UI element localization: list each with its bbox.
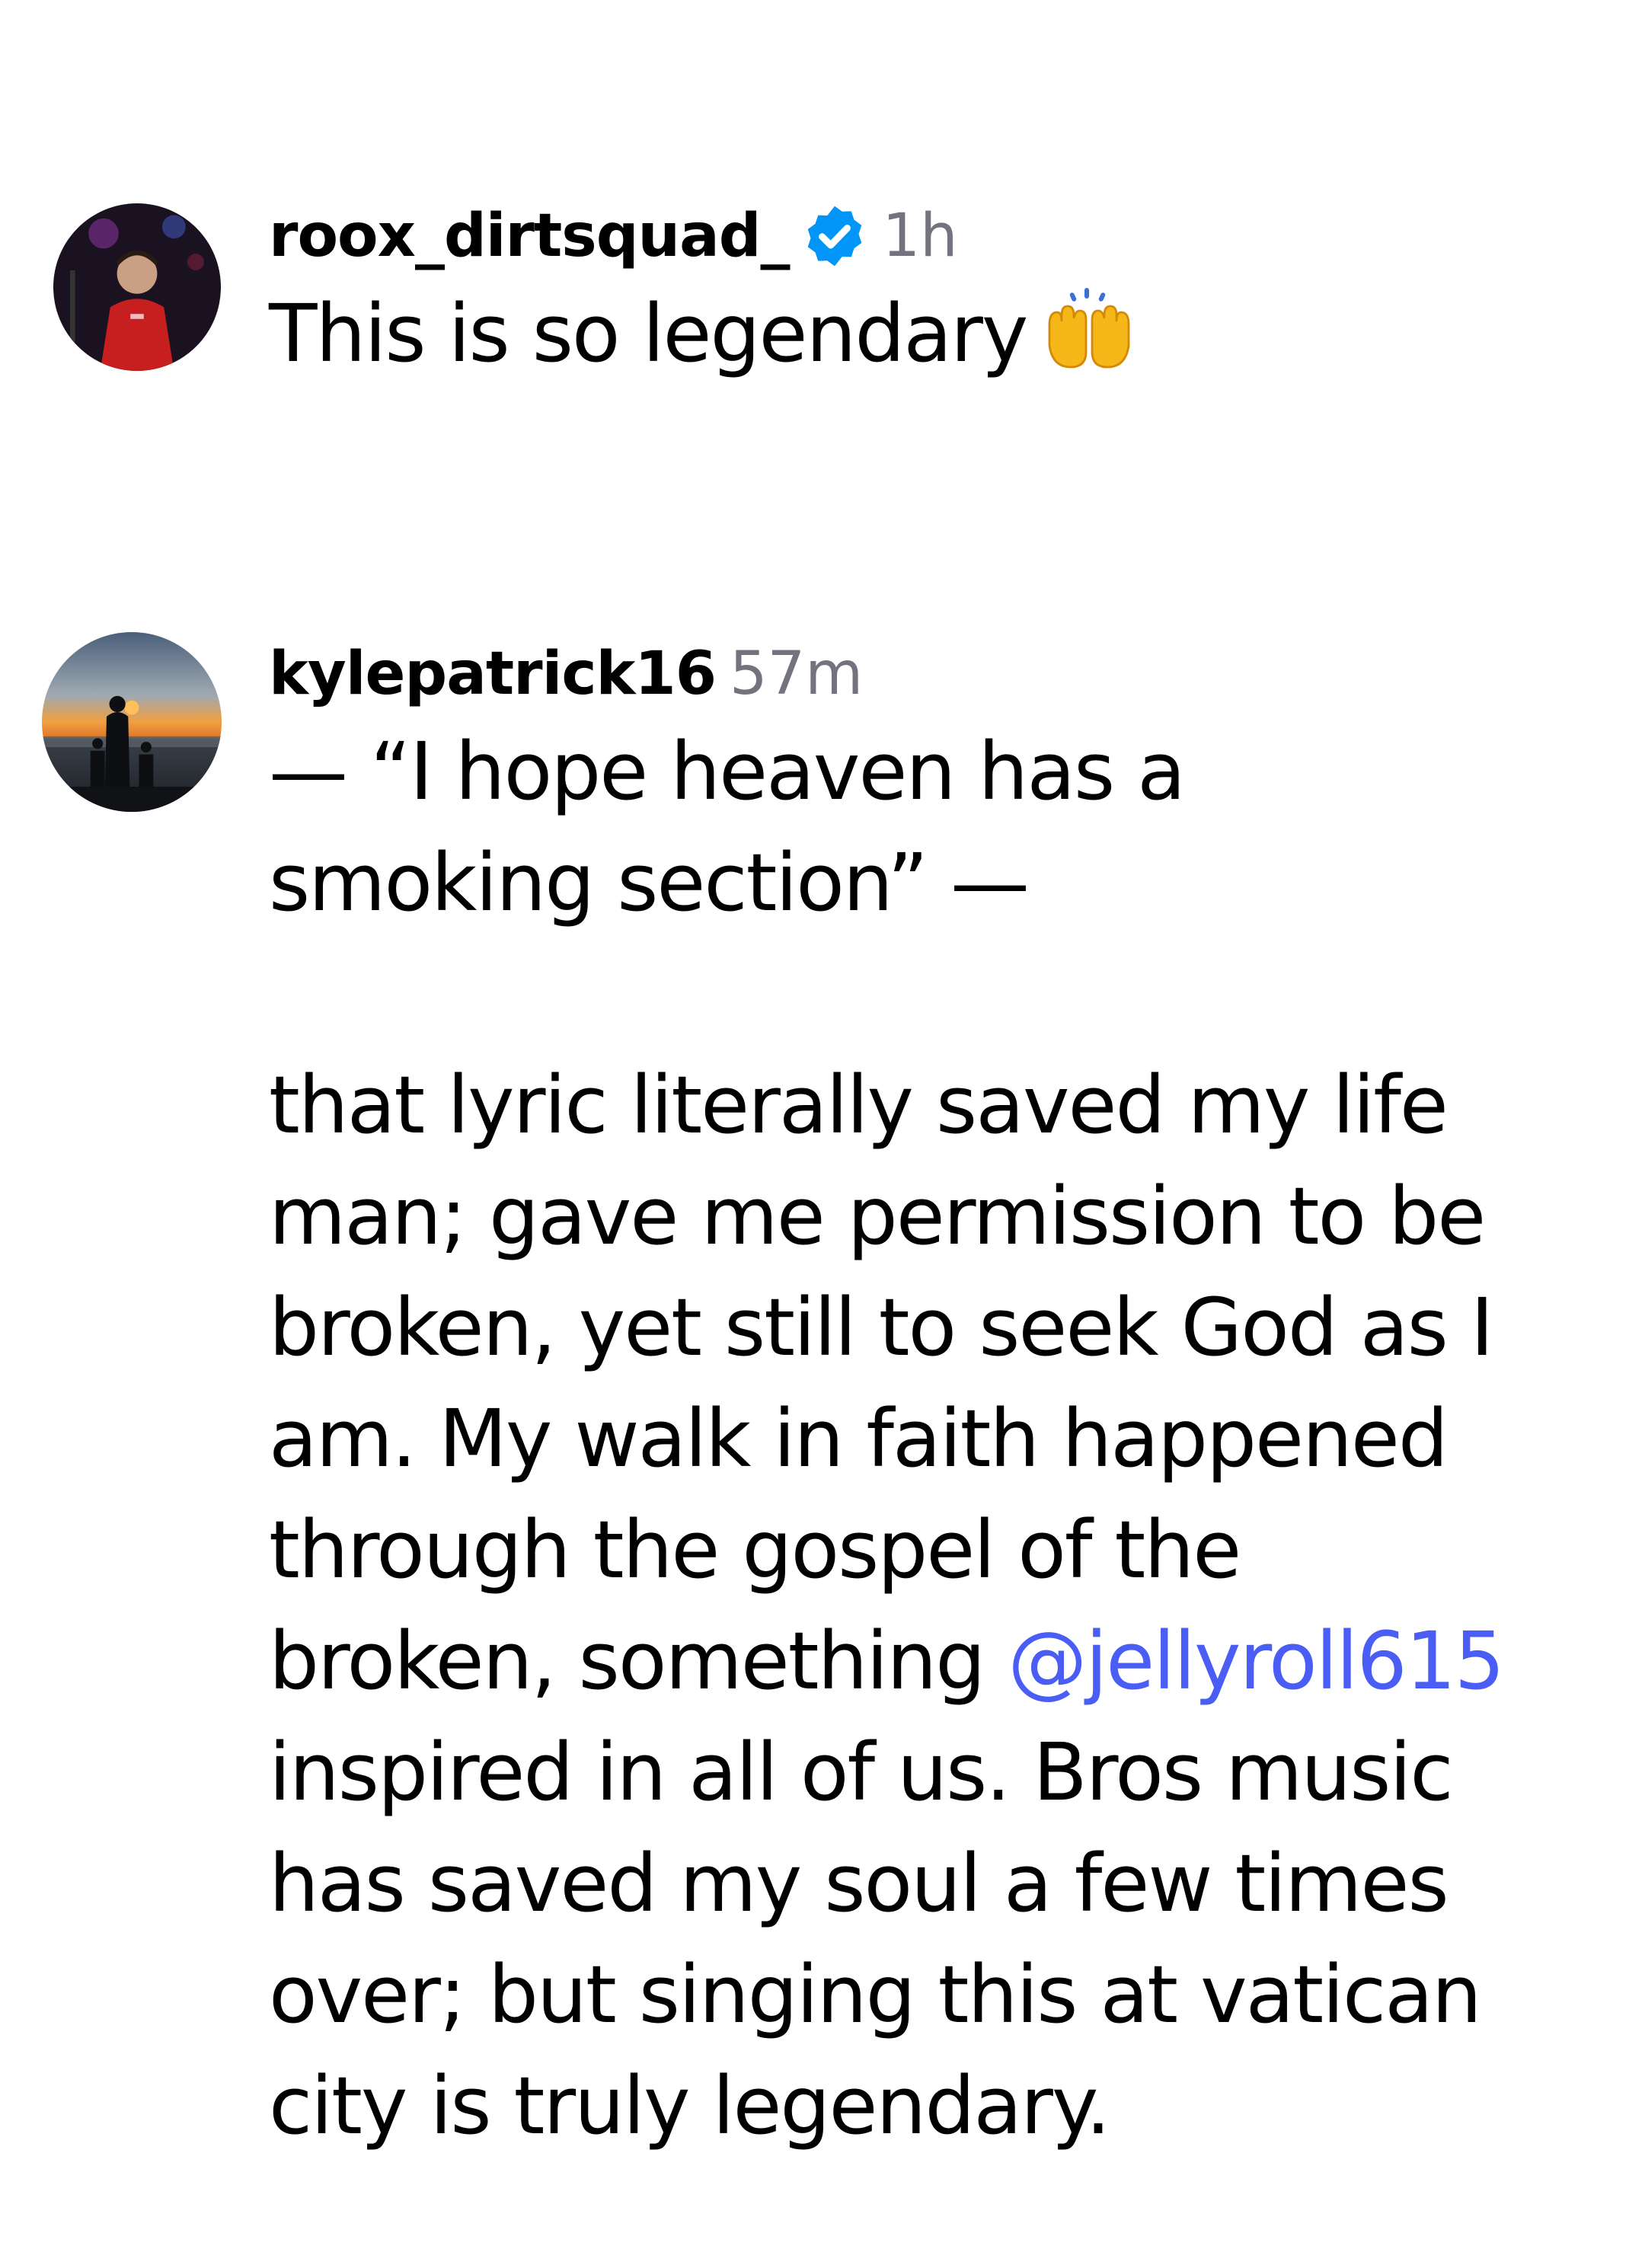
user-avatar[interactable] bbox=[42, 632, 222, 812]
comment-text-part: — “I hope heaven has a smoking section” … bbox=[269, 725, 1494, 1707]
comment-body: roox_dirtsquad_ 1h This is so legendary bbox=[269, 194, 1615, 389]
comment-text: — “I hope heaven has a smoking section” … bbox=[269, 716, 1615, 2161]
comment-timestamp[interactable]: 1h bbox=[883, 202, 958, 270]
username-link[interactable]: kylepatrick16 bbox=[269, 640, 717, 708]
comment-timestamp[interactable]: 57m bbox=[730, 640, 863, 708]
comment-header: kylepatrick16 57m bbox=[269, 632, 1615, 716]
user-avatar[interactable] bbox=[53, 203, 221, 371]
raising-hands-emoji-icon bbox=[1049, 288, 1130, 369]
comment-text: This is so legendary bbox=[269, 278, 1615, 389]
comment-text-part: inspired in all of us. Bros music has sa… bbox=[269, 1726, 1482, 2152]
comment-text-content: This is so legendary bbox=[269, 287, 1028, 380]
username-link[interactable]: roox_dirtsquad_ bbox=[269, 202, 791, 270]
avatar-image bbox=[53, 203, 221, 371]
comment-header: roox_dirtsquad_ 1h bbox=[269, 194, 1615, 278]
avatar-image bbox=[42, 632, 222, 812]
comment-body: kylepatrick16 57m — “I hope heaven has a… bbox=[269, 626, 1615, 2161]
verified-badge-icon bbox=[807, 206, 861, 267]
mention-link[interactable]: @jellyroll615 bbox=[1008, 1615, 1505, 1707]
